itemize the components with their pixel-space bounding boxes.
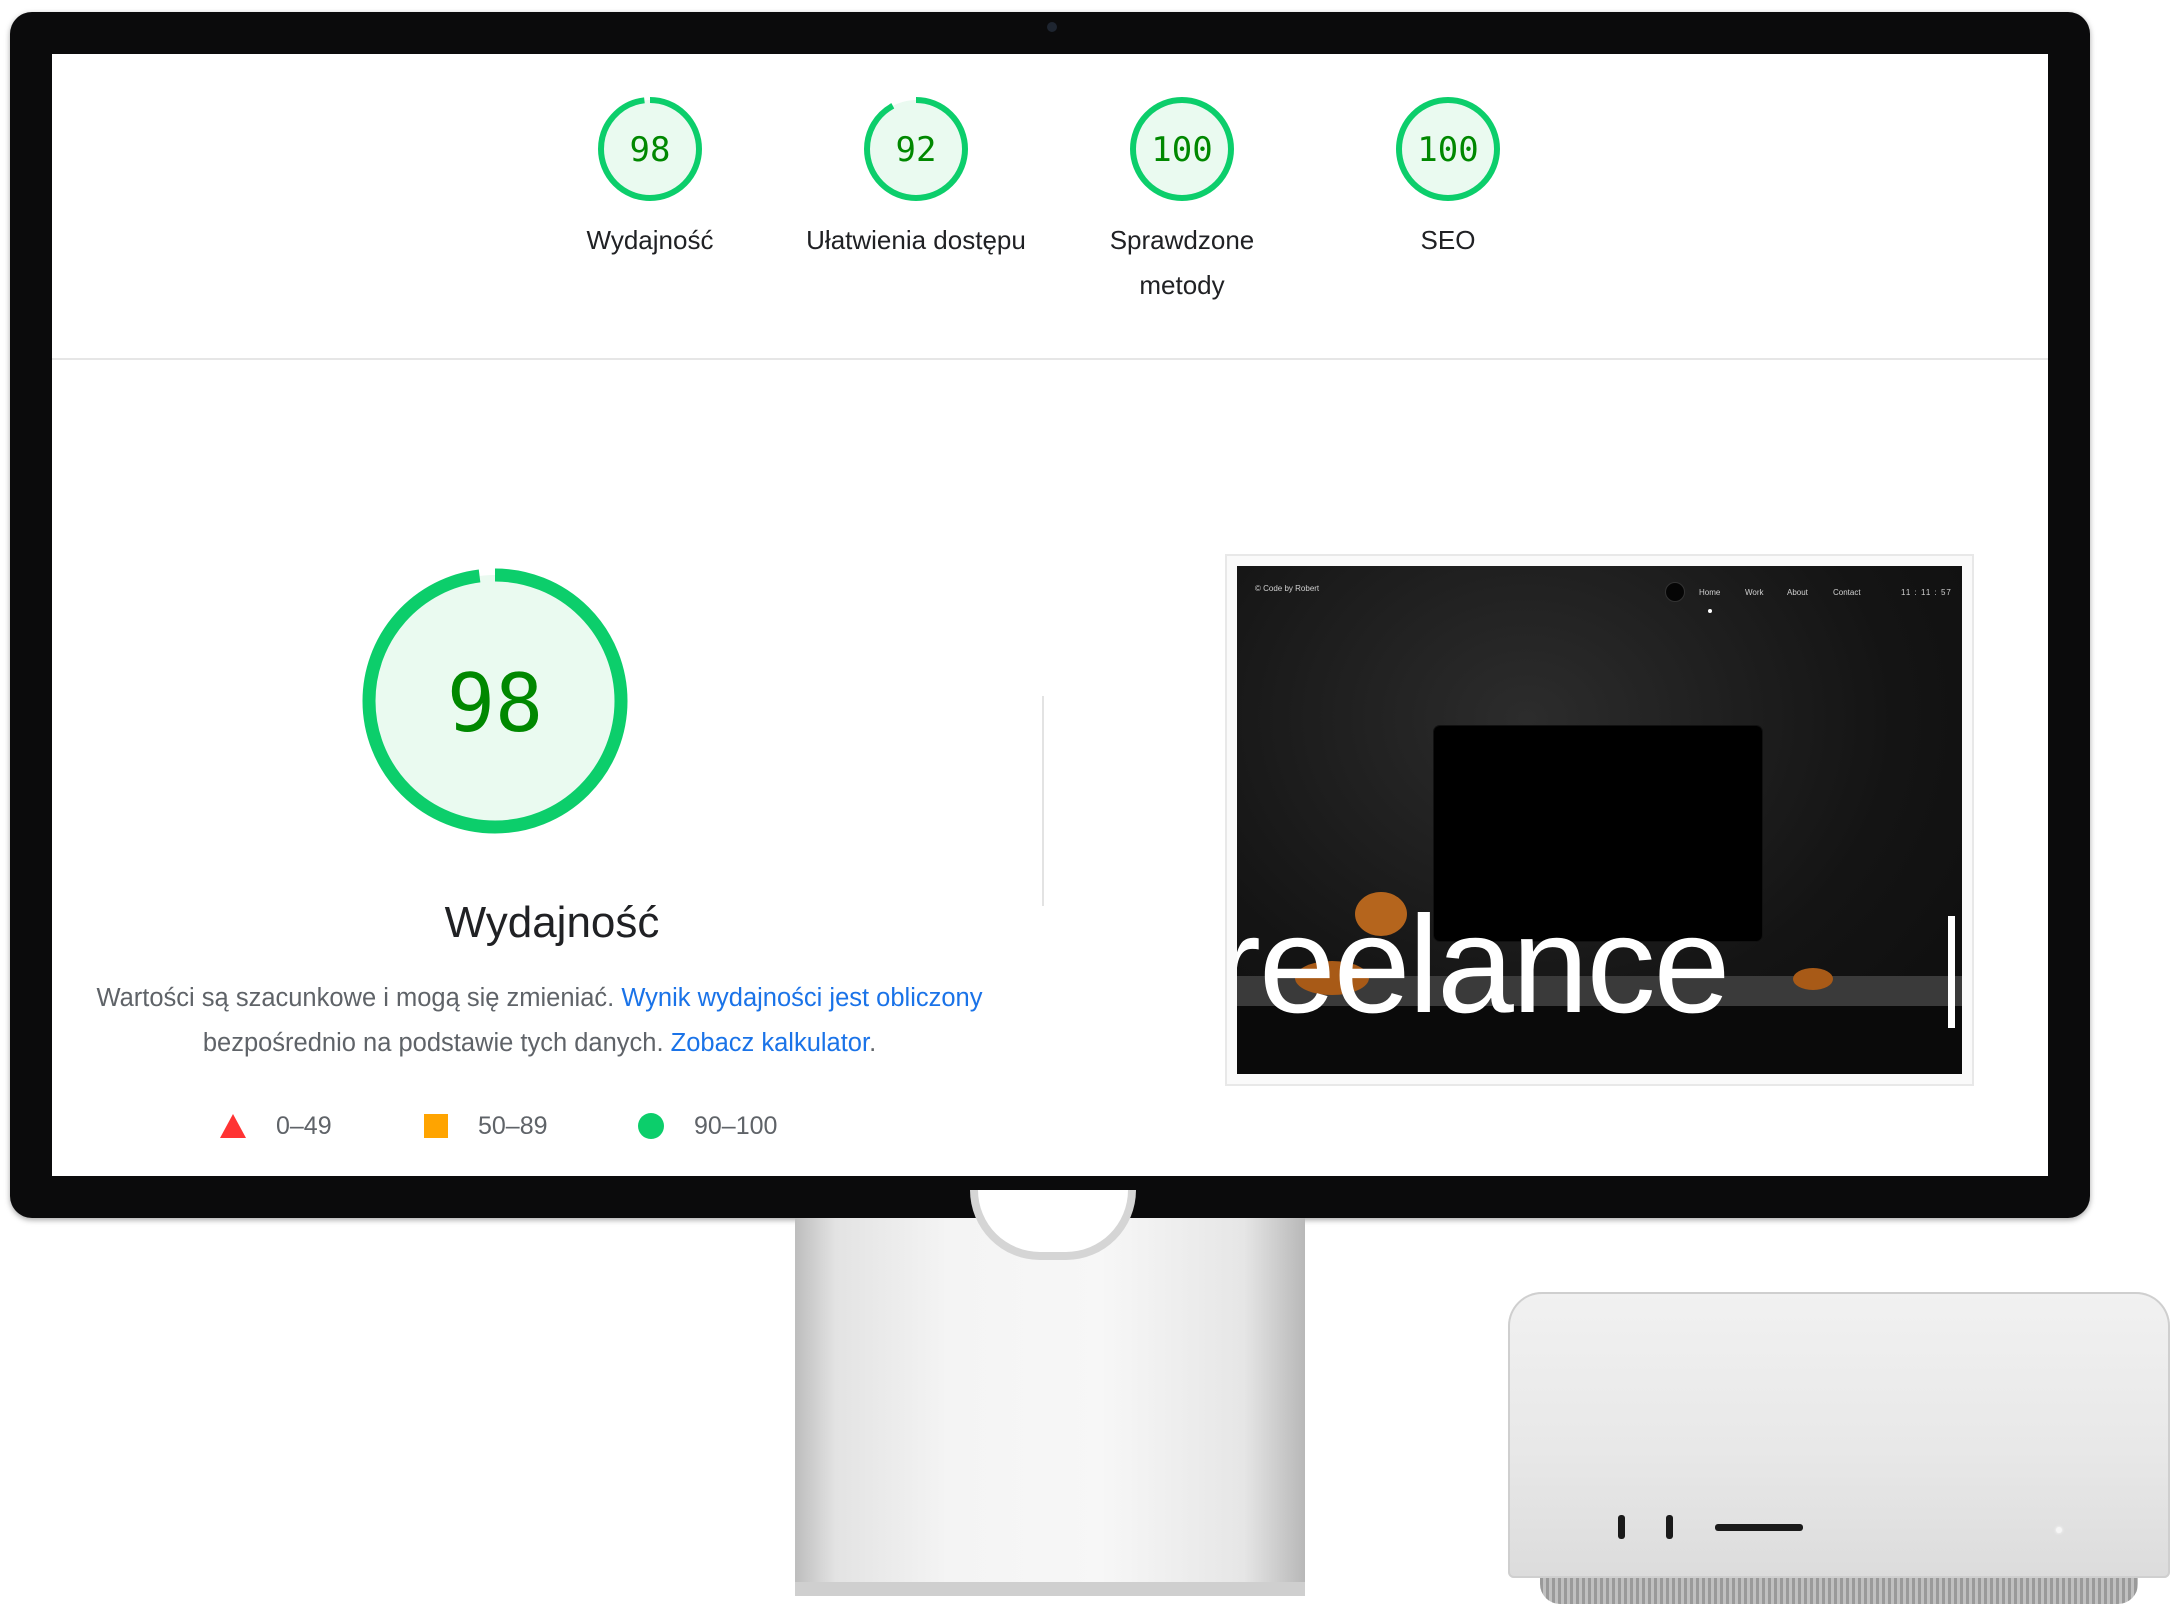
active-nav-dot [1708,609,1712,613]
gauge-score: 92 [896,130,937,170]
legend-average: 50–89 [424,1106,548,1146]
sd-card-slot-icon [1715,1524,1803,1531]
gauge-score: 100 [1417,130,1478,170]
gauge-label: SEO [1420,225,1476,255]
mac-studio-vent [1540,1578,2138,1604]
thumb-nav-item: Home [1699,588,1721,597]
gauge-seo[interactable]: 100 SEO [1298,94,1598,263]
legend-pass: 90–100 [638,1106,777,1146]
page-screenshot-image: © Code by Robert Home Work About Contact… [1237,566,1962,1074]
score-legend: 0–49 50–89 90–100 [52,1106,1052,1146]
mac-studio [1508,1292,2170,1578]
final-screenshot[interactable]: © Code by Robert Home Work About Contact… [1225,554,1974,1086]
desc-text: . [869,1029,877,1057]
camera-icon [1047,22,1057,32]
section-divider [1042,696,1044,906]
gauge-score: 98 [630,130,671,170]
gauge-ring: 98 [362,568,628,834]
legend-range: 50–89 [478,1111,548,1140]
thumb-nav-item: Contact [1833,588,1861,597]
usb-c-port-icon [1666,1515,1673,1539]
score-calculation-link[interactable]: Wynik wydajności jest obliczony [621,984,982,1012]
moon-icon [1665,582,1685,602]
gauge-performance[interactable]: 98 Wydajność [500,94,800,263]
square-icon [424,1114,448,1138]
gauge-best-practices[interactable]: 100 Sprawdzone metody [1032,94,1332,308]
usb-c-port-icon [1618,1515,1625,1539]
performance-gauge-large: 98 [360,566,630,841]
performance-title: Wydajność [444,898,660,947]
performance-description: Wartości są szacunkowe i mogą się zmieni… [77,976,1002,1066]
gauge-label: Sprawdzone metody [1109,225,1255,300]
thumb-time: 11 : 11 : 57 [1901,588,1952,597]
gauge-ring: 100 [1130,97,1234,201]
studio-display: 98 Wydajność 92 Ułatwienia dostępu 100 S… [10,12,2090,1218]
gauge-ring: 100 [1396,97,1500,201]
lighthouse-report-screen: 98 Wydajność 92 Ułatwienia dostępu 100 S… [52,54,2048,1176]
gauge-ring: 92 [864,97,968,201]
triangle-icon [220,1114,246,1138]
gauge-label: Wydajność [586,225,714,255]
thumb-brand: © Code by Robert [1255,584,1320,593]
gauge-score: 100 [1151,130,1212,170]
gauge-accessibility[interactable]: 92 Ułatwienia dostępu [766,94,1066,263]
desc-text: bezpośrednio na podstawie tych danych. [202,1029,671,1057]
performance-score: 98 [447,657,543,750]
display-stand [795,1218,1305,1590]
header-divider [52,358,2048,360]
gauge-label: Ułatwienia dostępu [806,225,1026,255]
desc-text: Wartości są szacunkowe i mogą się zmieni… [96,984,622,1012]
legend-range: 0–49 [276,1111,332,1140]
power-led-icon [2056,1527,2062,1533]
legend-fail: 0–49 [220,1106,332,1146]
thumb-nav-item: Work [1745,588,1764,597]
pumpkin-image [1793,968,1833,990]
category-gauges: 98 Wydajność 92 Ułatwienia dostępu 100 S… [52,54,2048,359]
thumb-nav-item: About [1787,588,1808,597]
gauge-ring: 98 [598,97,702,201]
legend-range: 90–100 [694,1111,778,1140]
thumb-headline: reelance [1237,888,1730,1042]
stand-base [795,1582,1305,1596]
calculator-link[interactable]: Zobacz kalkulator [671,1029,869,1057]
circle-icon [638,1113,664,1139]
thumb-text-cursor [1948,916,1955,1028]
